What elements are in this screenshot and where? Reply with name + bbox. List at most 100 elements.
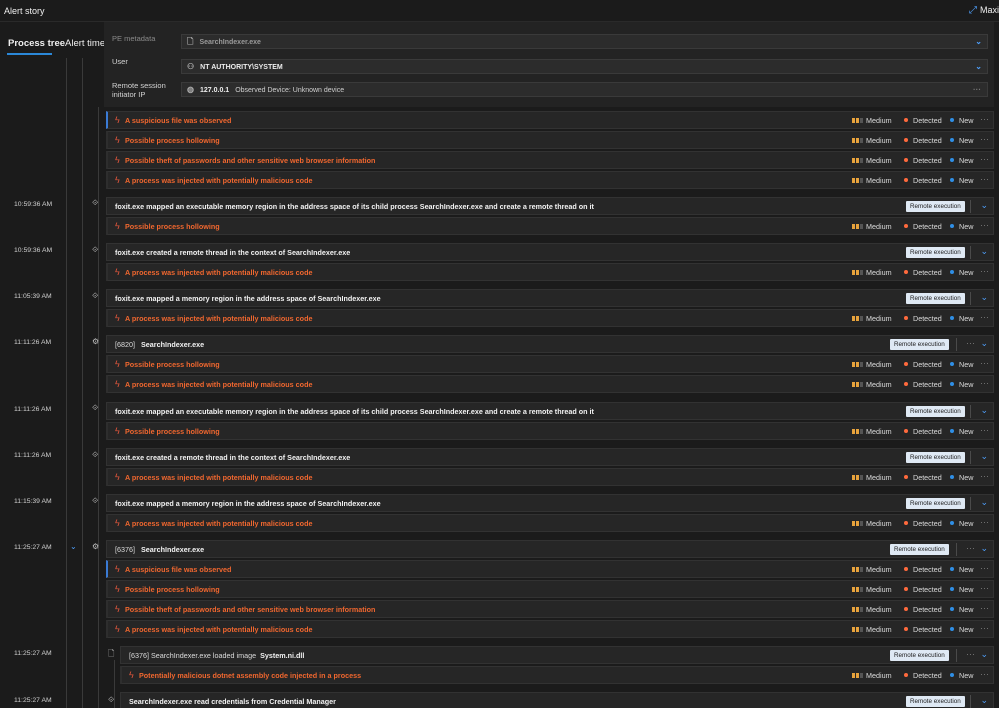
alert-row[interactable]: ϟA process was injected with potentially…: [106, 309, 994, 327]
alert-row[interactable]: ϟA process was injected with potentially…: [106, 171, 994, 189]
event-time: 10:59:36 AM: [14, 247, 53, 254]
event-row[interactable]: SearchIndexer.exe read credentials from …: [120, 692, 994, 708]
alert-row[interactable]: ϟA process was injected with potentially…: [106, 514, 994, 532]
remote-execution-tag[interactable]: Remote execution: [906, 498, 965, 509]
event-time: 11:25:27 AM: [14, 650, 52, 657]
process-row[interactable]: [6820] SearchIndexer.exe Remote execution ·…: [106, 335, 994, 353]
active-tab-indicator: [7, 53, 52, 55]
remote-thread-icon: ⟐: [92, 291, 99, 300]
collapse-chevron-icon[interactable]: ⌄: [70, 542, 77, 551]
more-icon[interactable]: ···: [980, 669, 989, 679]
more-icon[interactable]: ···: [966, 649, 975, 659]
alert-bolt-icon: ϟ: [115, 604, 120, 614]
alert-bolt-icon: ϟ: [115, 518, 120, 528]
remote-execution-tag[interactable]: Remote execution: [906, 293, 965, 304]
chevron-down-icon[interactable]: ⌄: [980, 497, 988, 508]
remote-execution-tag[interactable]: Remote execution: [906, 247, 965, 258]
more-icon[interactable]: ···: [980, 220, 989, 230]
more-icon[interactable]: ···: [980, 154, 989, 164]
more-icon[interactable]: ···: [980, 378, 989, 388]
alert-bolt-icon: ϟ: [115, 564, 120, 574]
chevron-down-icon[interactable]: ⌄: [975, 35, 982, 48]
alert-row[interactable]: ϟ Possible process hollowing Medium Detect…: [106, 422, 994, 440]
tab-process-tree[interactable]: Process tree: [8, 38, 65, 49]
chevron-down-icon[interactable]: ⌄: [980, 451, 988, 462]
alert-row[interactable]: ϟA suspicious file was observed Medium De…: [106, 560, 994, 578]
alert-row[interactable]: ϟA process was injected with potentially…: [106, 620, 994, 638]
remote-execution-tag[interactable]: Remote execution: [890, 339, 949, 350]
alert-row[interactable]: ϟA process was injected with potentially…: [106, 375, 994, 393]
event-row[interactable]: foxit.exe mapped a memory region in the …: [106, 289, 994, 307]
remote-execution-tag[interactable]: Remote execution: [906, 201, 965, 212]
event-row[interactable]: [6376] SearchIndexer.exe loaded image Sys…: [120, 646, 994, 664]
remote-execution-tag[interactable]: Remote execution: [906, 452, 965, 463]
more-icon[interactable]: ···: [966, 338, 975, 348]
more-icon[interactable]: ···: [980, 174, 989, 184]
chevron-down-icon[interactable]: ⌄: [980, 649, 988, 660]
more-icon[interactable]: ···: [980, 563, 989, 573]
more-icon[interactable]: ···: [966, 543, 975, 553]
more-icon[interactable]: ···: [980, 114, 989, 124]
alert-row[interactable]: ϟ Possible process hollowing Medium Detect…: [106, 355, 994, 373]
event-row[interactable]: foxit.exe mapped a memory region in the …: [106, 494, 994, 512]
alert-bolt-icon: ϟ: [115, 267, 120, 277]
alert-row[interactable]: ϟA suspicious file was observed Medium De…: [106, 111, 994, 129]
event-row[interactable]: foxit.exe created a remote thread in the…: [106, 448, 994, 466]
remote-execution-tag[interactable]: Remote execution: [890, 544, 949, 555]
event-row[interactable]: foxit.exe mapped an executable memory re…: [106, 197, 994, 215]
maximize-button[interactable]: ⤢ Maxi: [969, 5, 999, 16]
alert-row[interactable]: ϟA process was injected with potentially…: [106, 468, 994, 486]
more-icon[interactable]: ···: [980, 134, 989, 144]
alert-row[interactable]: ϟ Possible process hollowing Medium Detect…: [106, 131, 994, 149]
chevron-down-icon[interactable]: ⌄: [980, 405, 988, 416]
remote-execution-tag[interactable]: Remote execution: [906, 696, 965, 707]
more-icon[interactable]: ···: [980, 266, 989, 276]
alert-row[interactable]: ϟ Possible theft of passwords and other s…: [106, 151, 994, 169]
remote-thread-icon: ⟐: [92, 496, 99, 505]
remote-execution-tag[interactable]: Remote execution: [906, 406, 965, 417]
more-icon[interactable]: ···: [973, 83, 981, 96]
event-time: 11:05:39 AM: [14, 293, 52, 300]
alert-story-header: Alert story ⤢ Maxi: [0, 0, 999, 22]
more-icon[interactable]: ···: [980, 425, 989, 435]
ip-field[interactable]: ◍ 127.0.0.1 Observed Device: Unknown devic…: [181, 82, 988, 97]
pe-metadata-field[interactable]: 🗋 SearchIndexer.exe ⌄: [181, 34, 988, 49]
alert-bolt-icon: ϟ: [129, 670, 134, 680]
more-icon[interactable]: ···: [980, 358, 989, 368]
process-row[interactable]: [6376] SearchIndexer.exe Remote execution ·…: [106, 540, 994, 558]
chevron-down-icon[interactable]: ⌄: [980, 338, 988, 349]
alert-bolt-icon: ϟ: [115, 115, 120, 125]
event-time: 11:11:26 AM: [14, 406, 52, 413]
more-icon[interactable]: ···: [980, 623, 989, 633]
alert-bolt-icon: ϟ: [115, 624, 120, 634]
more-icon[interactable]: ···: [980, 312, 989, 322]
alert-row[interactable]: ϟA process was injected with potentially…: [106, 263, 994, 281]
alert-row[interactable]: ϟ Possible theft of passwords and other s…: [106, 600, 994, 618]
more-icon[interactable]: ···: [980, 471, 989, 481]
remote-execution-tag[interactable]: Remote execution: [890, 650, 949, 661]
chevron-down-icon[interactable]: ⌄: [980, 246, 988, 257]
alert-row[interactable]: ϟ Potentially malicious dotnet assembly c…: [120, 666, 994, 684]
file-icon: 🗋: [187, 37, 194, 46]
user-field[interactable]: ⚇ NT AUTHORITY\SYSTEM ⌄: [181, 59, 988, 74]
alert-row[interactable]: ϟ Possible process hollowing Medium Detect…: [106, 217, 994, 235]
chevron-down-icon[interactable]: ⌄: [980, 543, 988, 554]
chevron-down-icon[interactable]: ⌄: [980, 292, 988, 303]
chevron-down-icon[interactable]: ⌄: [980, 695, 988, 706]
chevron-down-icon[interactable]: ⌄: [975, 60, 982, 73]
event-time: 11:25:27 AM: [14, 544, 52, 551]
alert-bolt-icon: ϟ: [115, 221, 120, 231]
alert-bolt-icon: ϟ: [115, 175, 120, 185]
file-icon: 🗋: [108, 649, 115, 658]
process-gear-icon: ⚙: [92, 542, 100, 551]
more-icon[interactable]: ···: [980, 517, 989, 527]
alert-bolt-icon: ϟ: [115, 472, 120, 482]
more-icon[interactable]: ···: [980, 583, 989, 593]
alert-bolt-icon: ϟ: [115, 584, 120, 594]
chevron-down-icon[interactable]: ⌄: [980, 200, 988, 211]
event-row[interactable]: foxit.exe created a remote thread in the…: [106, 243, 994, 261]
more-icon[interactable]: ···: [980, 603, 989, 613]
event-time: 10:59:36 AM: [14, 201, 53, 208]
event-row[interactable]: foxit.exe mapped an executable memory re…: [106, 402, 994, 420]
alert-row[interactable]: ϟ Possible process hollowing Medium Detect…: [106, 580, 994, 598]
